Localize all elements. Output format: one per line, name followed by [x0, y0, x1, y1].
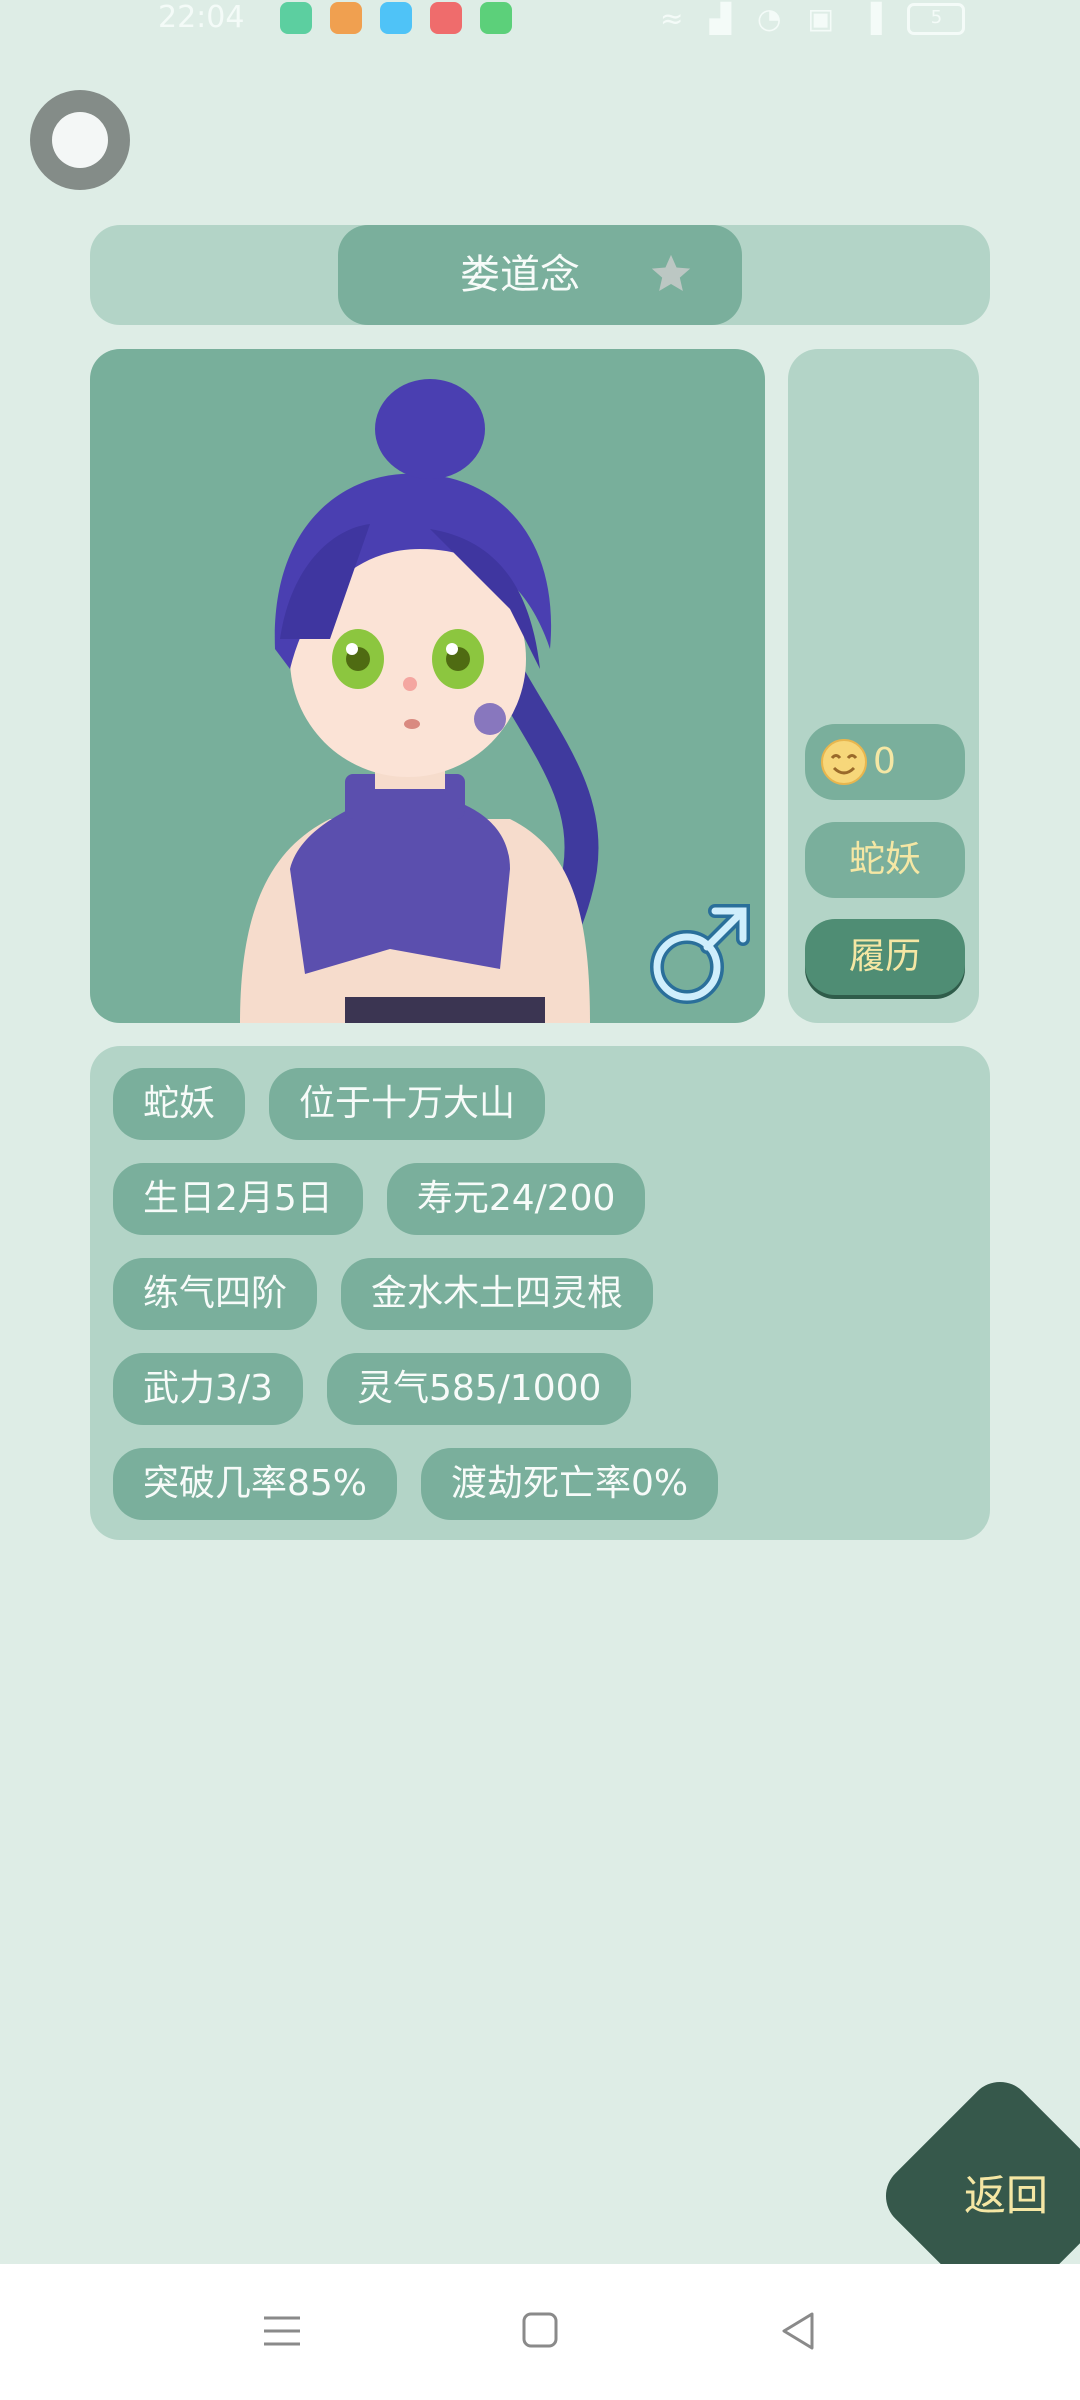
character-name-tab[interactable]: 娄道念 — [338, 225, 742, 325]
mood-indicator[interactable]: 0 — [805, 724, 965, 800]
weibo-icon — [330, 2, 362, 34]
race-button[interactable]: 蛇妖 — [805, 822, 965, 898]
signal-icon: ▟ — [709, 2, 732, 35]
history-button[interactable]: 履历 — [805, 919, 965, 995]
race-tag: 蛇妖 — [113, 1068, 246, 1140]
location-tag: 位于十万大山 — [269, 1068, 546, 1140]
info-row: 练气四阶 金水木土四灵根 — [113, 1258, 654, 1330]
chat-app-icon — [480, 2, 512, 34]
cell-signal-icon: ▐ — [859, 2, 882, 35]
spirit-root-tag: 金水木土四灵根 — [341, 1258, 654, 1330]
home-square-icon[interactable] — [510, 2306, 570, 2356]
status-right: ≈ ▟ ◔ ▣ ▐ 5 — [660, 2, 966, 35]
spiritual-energy-tag: 灵气585/1000 — [326, 1353, 632, 1425]
battery-level: 5 — [930, 6, 943, 28]
character-name-bar: 娄道念 — [90, 225, 990, 325]
side-panel: 0 蛇妖 履历 — [788, 349, 979, 1023]
menu-toggle-button[interactable] — [30, 90, 130, 190]
battery-icon: 5 — [907, 2, 966, 35]
qq-icon — [380, 2, 412, 34]
info-row: 突破几率85% 渡劫死亡率0% — [113, 1448, 719, 1520]
info-row: 武力3/3 灵气585/1000 — [113, 1353, 632, 1425]
info-row: 蛇妖 位于十万大山 — [113, 1068, 546, 1140]
system-navigation-bar — [0, 2264, 1080, 2400]
app-notification-icon — [280, 2, 312, 34]
character-info-panel: 蛇妖 位于十万大山 生日2月5日 寿元24/200 练气四阶 金水木土四灵根 武… — [90, 1046, 990, 1540]
vibrate-icon: ≈ — [660, 2, 684, 35]
menu-icon[interactable] — [252, 2306, 312, 2356]
lifespan-tag: 寿元24/200 — [386, 1163, 646, 1235]
video-app-icon — [430, 2, 462, 34]
force-tag: 武力3/3 — [113, 1353, 303, 1425]
mood-value: 0 — [873, 741, 896, 782]
wifi-icon: ◔ — [757, 2, 782, 35]
male-symbol-icon — [650, 904, 750, 1004]
breakthrough-rate-tag: 突破几率85% — [113, 1448, 398, 1520]
character-portrait — [90, 349, 765, 1023]
smiley-face-icon — [821, 739, 867, 785]
status-time: 22:04 — [158, 0, 245, 35]
status-app-icons — [280, 2, 512, 34]
toggle-knob — [52, 112, 108, 168]
tribulation-death-rate-tag: 渡劫死亡率0% — [421, 1448, 719, 1520]
birthday-tag: 生日2月5日 — [113, 1163, 363, 1235]
star-icon[interactable] — [648, 251, 694, 297]
status-bar: 22:04 ≈ ▟ ◔ ▣ ▐ 5 — [0, 0, 1080, 40]
realm-tag: 练气四阶 — [113, 1258, 318, 1330]
back-triangle-icon[interactable] — [768, 2306, 828, 2356]
info-row: 生日2月5日 寿元24/200 — [113, 1163, 646, 1235]
hd-icon: ▣ — [807, 2, 834, 35]
